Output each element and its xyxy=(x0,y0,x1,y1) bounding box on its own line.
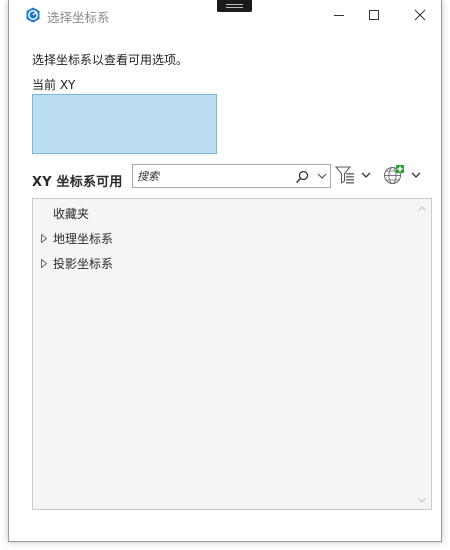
add-coordinate-system-button[interactable] xyxy=(383,164,421,186)
chevron-down-icon xyxy=(411,172,421,178)
current-xy-display xyxy=(32,94,217,154)
maximize-icon xyxy=(369,10,379,20)
tree-item-label: 地理坐标系 xyxy=(53,231,114,246)
coordinate-system-tree[interactable]: 收藏夹 地理坐标系 投影坐标系 xyxy=(32,198,432,510)
filter-button[interactable] xyxy=(335,164,371,186)
available-xy-label: XY 坐标系可用 xyxy=(32,175,123,190)
expand-arrow-icon[interactable] xyxy=(41,259,47,268)
minimize-icon xyxy=(334,15,344,16)
filter-icon xyxy=(335,166,354,184)
snap-drag-handle[interactable] xyxy=(217,0,252,12)
search-box[interactable] xyxy=(132,164,331,188)
tree-item-label: 投影坐标系 xyxy=(53,256,114,271)
expand-arrow-icon[interactable] xyxy=(41,234,47,243)
instruction-text: 选择坐标系以查看可用选项。 xyxy=(32,53,189,67)
maximize-button[interactable] xyxy=(362,4,386,26)
chevron-down-icon xyxy=(361,172,371,178)
close-button[interactable] xyxy=(408,4,432,26)
tree-item-favorites[interactable]: 收藏夹 xyxy=(33,203,413,223)
arcgis-pro-icon xyxy=(25,7,41,23)
current-xy-label: 当前 XY xyxy=(32,78,76,92)
window-title: 选择坐标系 xyxy=(47,10,110,25)
minimize-button[interactable] xyxy=(327,4,351,26)
globe-add-icon xyxy=(384,165,404,184)
search-icon[interactable] xyxy=(295,170,309,184)
coordinate-system-dialog: 选择坐标系 选择坐标系以查看可用选项。 当前 XY XY 坐标系可用 搜索 收藏… xyxy=(8,0,442,542)
tree-item-projected[interactable]: 投影坐标系 xyxy=(33,253,413,273)
tree-item-label: 收藏夹 xyxy=(53,206,90,221)
scroll-down-icon[interactable] xyxy=(418,498,426,503)
tree-item-geographic[interactable]: 地理坐标系 xyxy=(33,228,413,248)
close-icon xyxy=(414,9,426,21)
search-input[interactable] xyxy=(137,167,287,185)
scroll-up-icon[interactable] xyxy=(418,206,426,211)
chevron-down-icon[interactable] xyxy=(317,173,327,180)
